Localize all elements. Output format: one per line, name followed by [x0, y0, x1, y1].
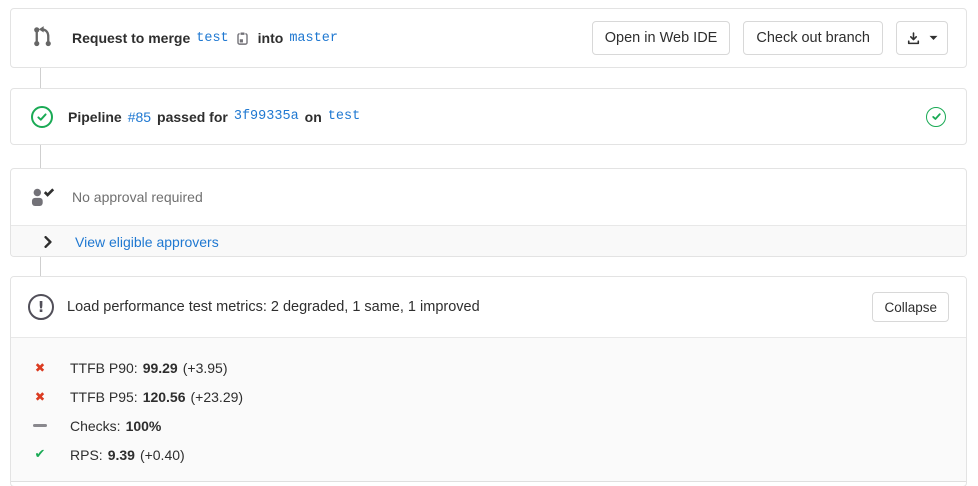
view-eligible-approvers-link[interactable]: View eligible approvers — [75, 234, 219, 250]
header-actions: Open in Web IDE Check out branch — [592, 21, 948, 55]
pipeline-branch-link[interactable]: test — [328, 109, 360, 124]
same-icon — [33, 424, 47, 428]
approvals-card: No approval required View eligible appro… — [10, 168, 967, 257]
load-performance-header: ! Load performance test metrics: 2 degra… — [11, 277, 966, 337]
into-text: into — [258, 30, 284, 46]
download-icon — [906, 31, 921, 46]
checkout-branch-button[interactable]: Check out branch — [743, 21, 883, 55]
metric-text: TTFB P90:99.29(+3.95) — [70, 360, 227, 376]
pipeline-passed-for-text: passed for — [157, 109, 228, 125]
pipeline-label: Pipeline — [68, 109, 122, 125]
exclamation-circle-icon: ! — [28, 294, 54, 320]
section-connector-line — [40, 68, 41, 88]
merge-request-header-card: Request to merge test into master Open i… — [10, 8, 967, 68]
user-check-icon — [29, 187, 55, 208]
merge-request-title: Request to merge test into master — [72, 30, 344, 46]
target-branch-link[interactable]: master — [289, 31, 338, 46]
load-performance-summary: Load performance test metrics: 2 degrade… — [67, 299, 480, 315]
section-connector-line — [40, 145, 41, 168]
open-web-ide-button[interactable]: Open in Web IDE — [592, 21, 731, 55]
approval-status-text: No approval required — [72, 189, 203, 205]
copy-branch-name-icon[interactable] — [235, 31, 250, 46]
degraded-icon: ✖ — [33, 389, 47, 404]
pipeline-card: Pipeline #85 passed for 3f99335a on test — [10, 88, 967, 145]
merge-request-icon — [31, 25, 54, 51]
improved-icon: ✔ — [33, 447, 47, 462]
pipeline-on-text: on — [305, 109, 322, 125]
collapse-button[interactable]: Collapse — [872, 292, 949, 322]
degraded-icon: ✖ — [33, 360, 47, 375]
pipeline-success-icon — [31, 106, 53, 128]
commit-sha-link[interactable]: 3f99335a — [234, 109, 299, 124]
section-connector-line — [40, 257, 41, 276]
pipeline-mini-graph-stage-icon[interactable] — [926, 107, 946, 127]
pipeline-number-link[interactable]: #85 — [128, 109, 151, 125]
metric-row: ✖ TTFB P90:99.29(+3.95) — [11, 353, 966, 382]
metric-row: Checks:100% — [11, 411, 966, 440]
chevron-right-icon[interactable] — [44, 236, 52, 248]
metric-text: RPS:9.39(+0.40) — [70, 447, 185, 463]
metric-row: ✔ RPS:9.39(+0.40) — [11, 440, 966, 469]
view-approvers-row[interactable]: View eligible approvers — [11, 225, 966, 257]
metrics-list: ✖ TTFB P90:99.29(+3.95) ✖ TTFB P95:120.56(+… — [11, 337, 966, 482]
load-performance-card: ! Load performance test metrics: 2 degra… — [10, 276, 967, 486]
download-dropdown-button[interactable] — [896, 21, 948, 55]
metric-row: ✖ TTFB P95:120.56(+23.29) — [11, 382, 966, 411]
metric-text: TTFB P95:120.56(+23.29) — [70, 389, 243, 405]
source-branch-link[interactable]: test — [196, 31, 228, 46]
caret-down-icon — [929, 35, 938, 41]
pipeline-status-text: Pipeline #85 passed for 3f99335a on test — [68, 109, 366, 125]
metric-text: Checks:100% — [70, 418, 166, 434]
merge-request-widget: Request to merge test into master Open i… — [0, 0, 978, 486]
approval-status-row: No approval required — [11, 169, 966, 225]
request-to-merge-text: Request to merge — [72, 30, 190, 46]
